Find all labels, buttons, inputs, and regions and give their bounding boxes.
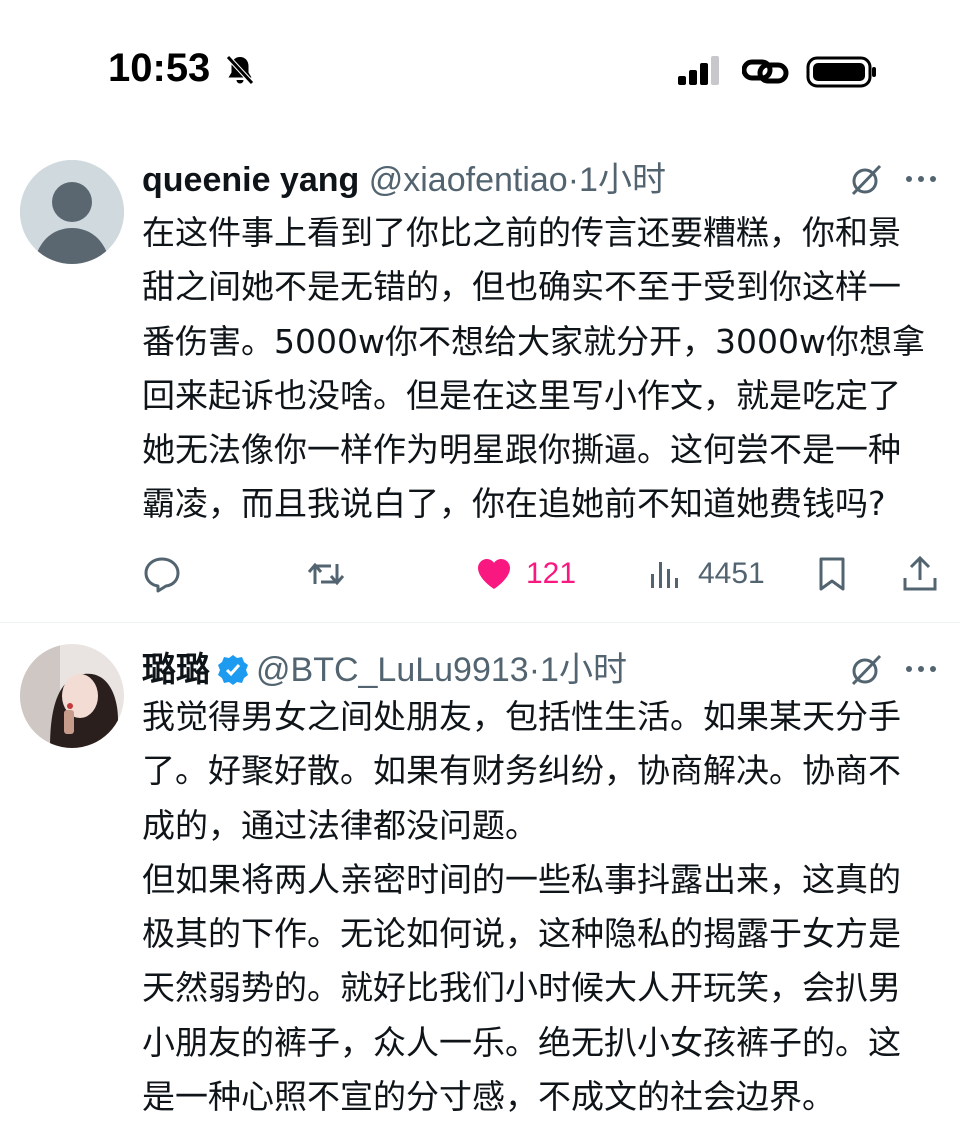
bookmark-button[interactable] [812, 546, 852, 602]
separator: · [528, 651, 541, 689]
separator: · [567, 161, 580, 199]
status-bar: 10:53 [0, 0, 960, 140]
grok-icon[interactable] [848, 162, 884, 198]
tweet-paragraph: 我觉得男女之间处朋友，包括性生活。如果某天分手了。好聚好散。如果有财务纠纷，协商… [142, 697, 901, 845]
like-count: 121 [526, 557, 577, 590]
share-icon [903, 555, 937, 591]
tweet-header: queenie yang @xiaofentiao·1小时 [142, 154, 666, 206]
views-button[interactable]: 4451 [646, 546, 765, 602]
avatar-photo [20, 644, 124, 748]
tweet-actions: 121 4451 [142, 546, 942, 606]
tweet-paragraph: 但如果将两人亲密时间的一些私事抖露出来，这真的极其的下作。无论如何说，这种隐私的… [142, 859, 901, 1117]
display-name[interactable]: 璐璐 [142, 651, 210, 689]
avatar[interactable] [20, 160, 124, 264]
verified-icon [218, 655, 248, 685]
avatar-default-icon [20, 160, 124, 264]
grok-icon[interactable] [848, 652, 884, 688]
tweet-time[interactable]: 1小时 [579, 161, 666, 199]
tweet-header: 璐璐 @BTC_LuLu9913·1小时 [142, 644, 627, 696]
battery-icon [806, 56, 876, 88]
bookmark-icon [819, 557, 845, 591]
like-button[interactable]: 121 [474, 546, 576, 602]
signal-icon [678, 56, 719, 85]
like-icon [478, 559, 510, 589]
tweet-time[interactable]: 1小时 [540, 651, 627, 689]
tweet-text: 在这件事上看到了你比之前的传言还要糟糕，你和景甜之间她不是无错的，但也确实不至于… [142, 206, 932, 532]
status-time: 10:53 [108, 46, 211, 90]
divider [0, 622, 960, 623]
more-icon[interactable] [904, 654, 938, 684]
retweet-button[interactable] [306, 546, 346, 602]
reply-button[interactable] [142, 546, 182, 602]
reply-icon [144, 557, 180, 593]
view-count: 4451 [698, 557, 765, 590]
user-handle[interactable]: @xiaofentiao [369, 161, 568, 199]
more-icon[interactable] [904, 164, 938, 194]
retweet-icon [307, 562, 345, 586]
share-button[interactable] [900, 546, 940, 602]
bell-slash-icon [226, 55, 254, 85]
display-name[interactable]: queenie yang [142, 161, 359, 199]
hotspot-link-icon [742, 59, 789, 84]
tweet-paragraph: 在这件事上看到了你比之前的传言还要糟糕，你和景甜之间她不是无错的，但也确实不至于… [142, 213, 925, 524]
tweet-text: 我觉得男女之间处朋友，包括性生活。如果某天分手了。好聚好散。如果有财务纠纷，协商… [142, 690, 932, 1124]
user-handle[interactable]: @BTC_LuLu9913 [256, 651, 529, 689]
views-icon [651, 562, 678, 588]
avatar[interactable] [20, 644, 124, 748]
